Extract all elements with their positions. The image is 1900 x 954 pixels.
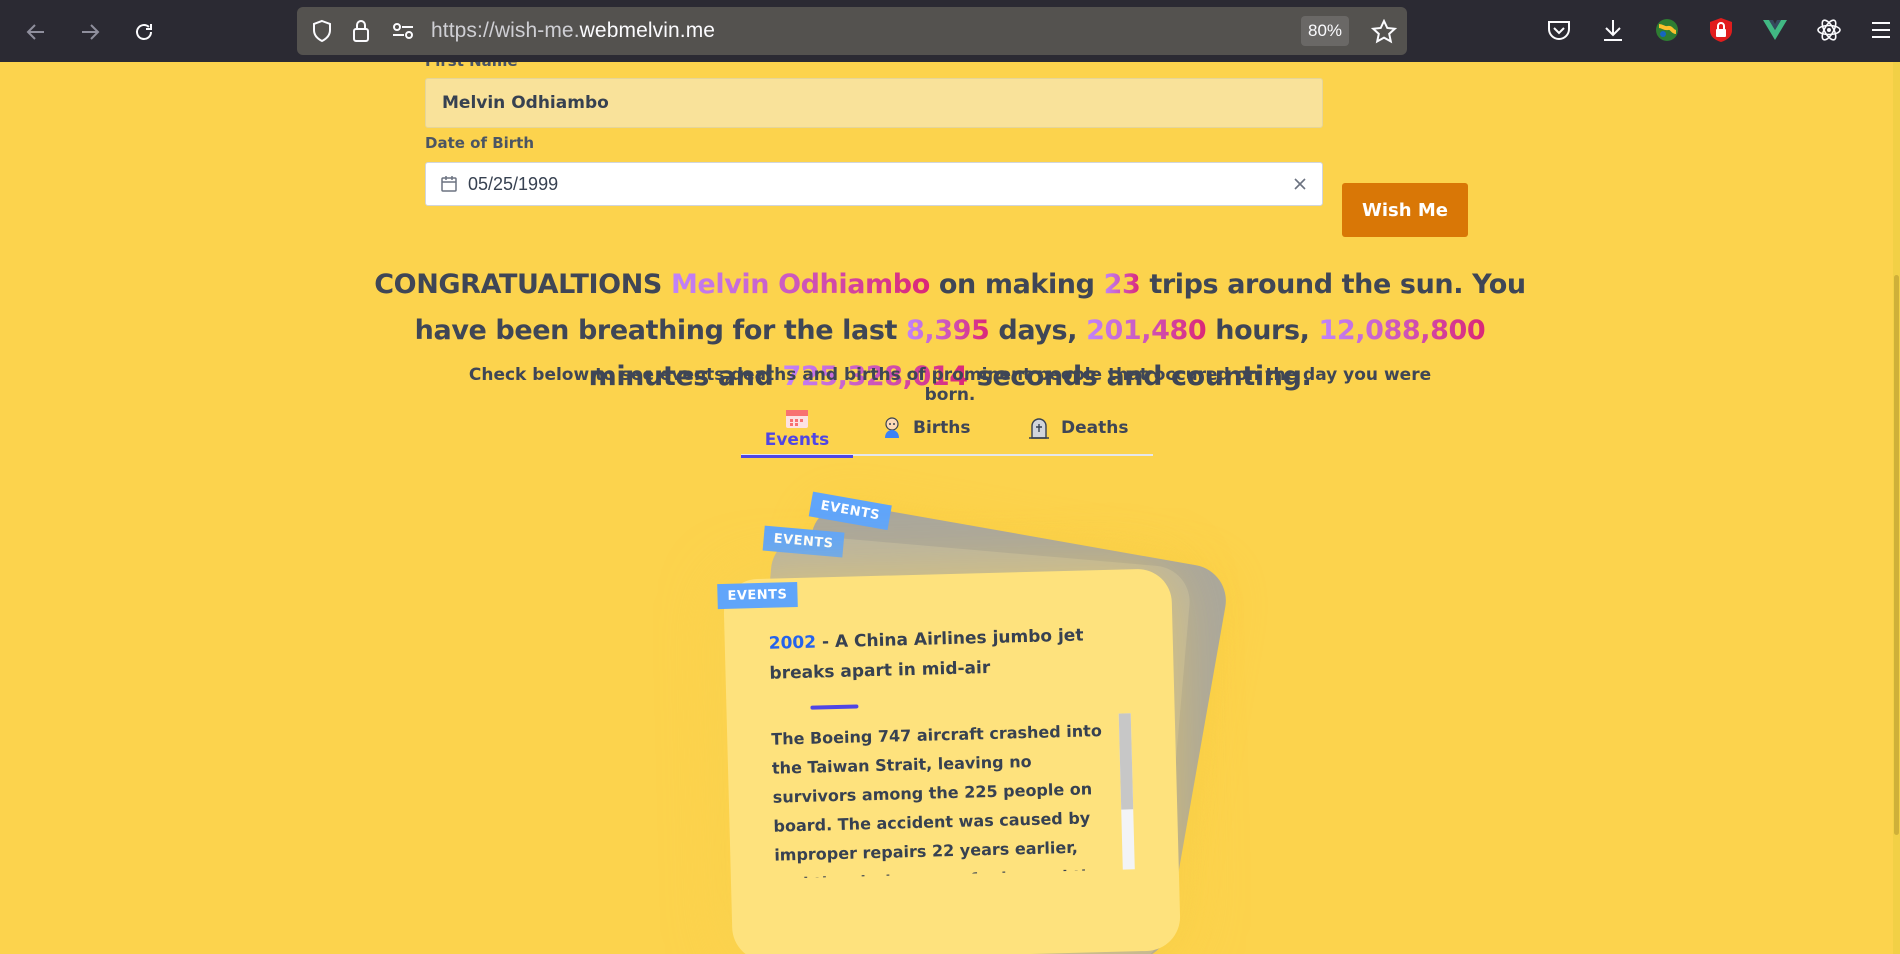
congrats-text-4: hours, bbox=[1215, 315, 1310, 346]
page-scrollbar-thumb[interactable] bbox=[1894, 275, 1899, 835]
tab-births-label: Births bbox=[913, 418, 971, 438]
bookmark-star-icon[interactable] bbox=[1371, 19, 1397, 45]
baby-icon bbox=[881, 416, 903, 440]
event-year: 2002 bbox=[768, 632, 817, 654]
arrow-right-icon bbox=[82, 24, 100, 40]
url-text[interactable]: https://wish-me.webmelvin.me bbox=[431, 19, 715, 43]
reload-button[interactable] bbox=[126, 14, 162, 50]
clear-date-icon[interactable] bbox=[1292, 176, 1308, 192]
reload-icon bbox=[136, 24, 152, 40]
vue-devtools-icon[interactable] bbox=[1762, 18, 1788, 42]
event-ribbon: EVENTS bbox=[717, 581, 798, 610]
hours-count: 201,480 bbox=[1086, 315, 1207, 346]
permissions-icon[interactable] bbox=[391, 21, 415, 41]
download-icon[interactable] bbox=[1600, 17, 1626, 43]
globe-extension-icon[interactable] bbox=[1654, 17, 1680, 43]
password-manager-icon[interactable] bbox=[1708, 17, 1734, 43]
category-tabs: Events Births Deaths bbox=[741, 400, 1153, 458]
zoom-level-button[interactable]: 80% bbox=[1301, 16, 1349, 46]
shield-icon[interactable] bbox=[311, 19, 333, 43]
arrow-left-icon bbox=[26, 24, 44, 40]
lock-icon[interactable] bbox=[351, 18, 371, 44]
congrats-text-3: days, bbox=[998, 315, 1078, 346]
calendar-icon bbox=[784, 406, 810, 430]
pocket-icon[interactable] bbox=[1546, 18, 1572, 42]
event-headline: - A China Airlines jumbo jet breaks apar… bbox=[769, 625, 1084, 684]
congrats-text-1: on making bbox=[938, 269, 1095, 300]
date-of-birth-value: 05/25/1999 bbox=[468, 173, 559, 194]
trips-count: 23 bbox=[1103, 269, 1141, 300]
active-tab-indicator bbox=[741, 455, 853, 458]
tab-events[interactable]: Events bbox=[741, 400, 853, 458]
tab-births[interactable]: Births bbox=[881, 400, 971, 456]
event-description: The Boeing 747 aircraft crashed into the… bbox=[771, 721, 1104, 879]
first-name-label: First Name bbox=[425, 62, 518, 70]
card-divider bbox=[810, 704, 859, 710]
event-ribbon: EVENTS bbox=[808, 491, 892, 531]
browser-toolbar: https://wish-me.webmelvin.me 80% bbox=[0, 0, 1900, 62]
date-of-birth-field[interactable]: 05/25/1999 bbox=[425, 162, 1323, 206]
tombstone-icon bbox=[1027, 416, 1051, 440]
congrats-name: Melvin Odhiambo bbox=[670, 269, 930, 300]
calendar-icon bbox=[440, 175, 458, 193]
instructions-text: Check below to see events,deaths and bir… bbox=[468, 365, 1432, 405]
back-button[interactable] bbox=[18, 14, 54, 50]
page-content: First Name Melvin Odhiambo Date of Birth… bbox=[0, 62, 1900, 954]
event-title: 2002 - A China Airlines jumbo jet breaks… bbox=[768, 620, 1109, 689]
tab-deaths[interactable]: Deaths bbox=[1027, 400, 1128, 456]
tab-deaths-label: Deaths bbox=[1061, 418, 1129, 438]
date-of-birth-label: Date of Birth bbox=[425, 134, 535, 152]
menu-icon[interactable] bbox=[1870, 19, 1892, 41]
card-scrollbar-thumb[interactable] bbox=[1118, 713, 1134, 810]
event-card: EVENTS 2002 - A China Airlines jumbo jet… bbox=[717, 568, 1181, 954]
days-count: 8,395 bbox=[906, 315, 990, 346]
first-name-field[interactable]: Melvin Odhiambo bbox=[425, 78, 1323, 128]
address-bar[interactable]: https://wish-me.webmelvin.me 80% bbox=[297, 7, 1407, 55]
wish-me-button[interactable]: Wish Me bbox=[1342, 183, 1468, 237]
congrats-lead: CONGRATUALTIONS bbox=[374, 269, 662, 300]
react-devtools-icon[interactable] bbox=[1816, 17, 1842, 43]
minutes-count: 12,088,800 bbox=[1318, 315, 1486, 346]
forward-button[interactable] bbox=[72, 14, 108, 50]
tab-events-label: Events bbox=[764, 430, 830, 450]
card-scrollbar[interactable] bbox=[1118, 713, 1135, 870]
